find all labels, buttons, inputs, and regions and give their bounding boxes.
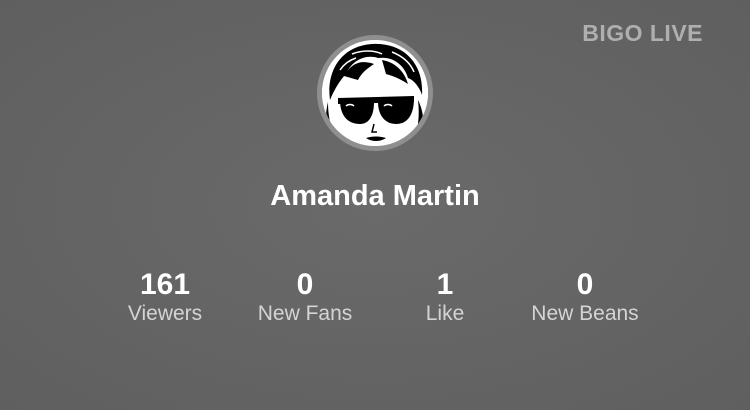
stat-like: 1 Like (365, 268, 525, 326)
stat-new-fans: 0 New Fans (225, 268, 385, 326)
stat-new-beans: 0 New Beans (505, 268, 665, 326)
stat-new-beans-value: 0 (576, 268, 594, 301)
stat-viewers: 161 Viewers (85, 268, 245, 326)
streamer-name: Amanda Martin (270, 180, 480, 212)
live-ended-screen: BIGO LIVE Amanda Martin 161 Viewers 0 Ne… (0, 0, 750, 410)
stat-viewers-value: 161 (139, 268, 191, 301)
stat-like-label: Like (425, 302, 465, 325)
stat-new-fans-label: New Fans (257, 302, 353, 325)
stat-new-fans-value: 0 (296, 268, 314, 301)
avatar[interactable] (317, 35, 433, 151)
stat-like-value: 1 (436, 268, 454, 301)
stat-new-beans-label: New Beans (531, 302, 639, 325)
stat-viewers-label: Viewers (127, 302, 203, 325)
avatar-image (322, 40, 428, 146)
bigo-live-watermark: BIGO LIVE (582, 20, 703, 46)
user-avatar-icon (322, 40, 428, 146)
